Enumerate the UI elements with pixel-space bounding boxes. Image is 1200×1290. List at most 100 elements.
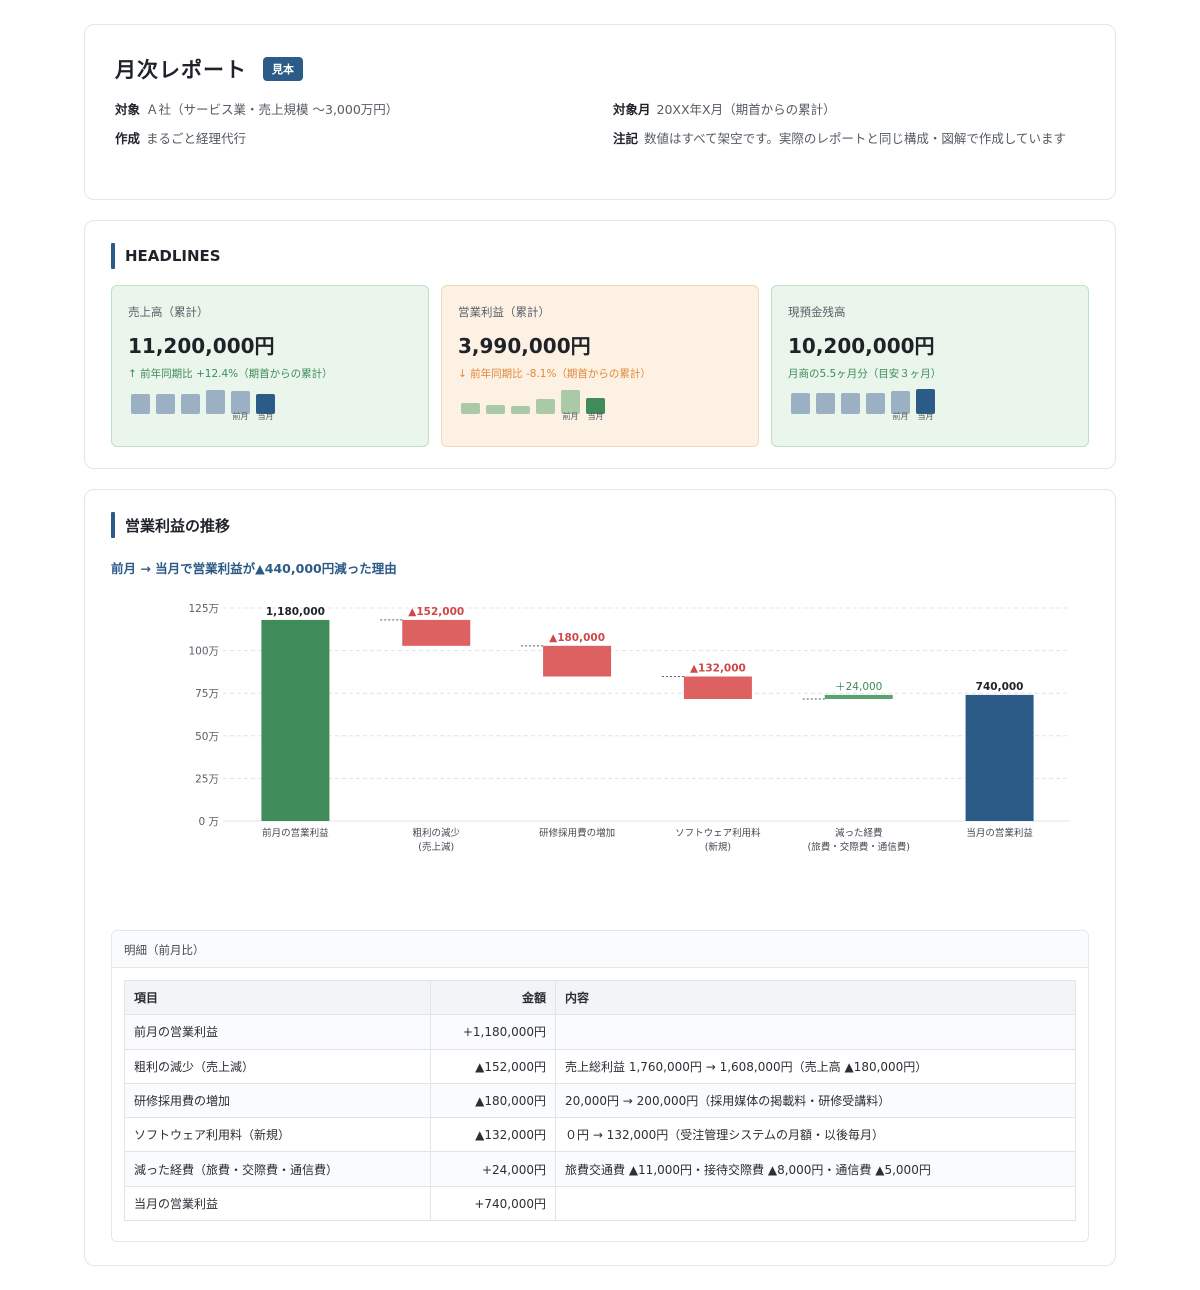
cell-detail: 20,000円 → 200,000円（採用媒体の掲載料・研修受講料）	[555, 1082, 1076, 1119]
cell-item: 粗利の減少（売上減）	[124, 1048, 431, 1084]
kpi-change: ↑ 前年同期比 +12.4%（期首からの累計）	[128, 368, 333, 380]
cell-item: 減った経費（旅費・交際費・通信費）	[124, 1151, 431, 1187]
kpi-mini-chart	[461, 382, 621, 414]
mini-label-prev: 前月	[892, 412, 909, 421]
cell-amount: +24,000円	[430, 1151, 556, 1187]
report-header-card: 月次レポート 見本 対象 Ａ社（サービス業・売上規模 〜3,000万円） 作成 まる…	[84, 24, 1116, 200]
column-header-item: 項目	[124, 979, 431, 1016]
mini-label-prev: 前月	[562, 412, 579, 421]
waterfall-chart: 0 万 25万 50万 75万 100万 125万 1,180,000 前月の営業利益 ▲152…	[188, 603, 1070, 853]
cell-amount: +1,180,000円	[430, 1014, 556, 1050]
waterfall-bar	[543, 645, 612, 677]
kpi-card-sales: 売上高（累計） 11,200,000円 ↑ 前年同期比 +12.4%（期首からの…	[111, 285, 429, 447]
column-header-amount: 金額	[430, 979, 556, 1016]
meta-note: 注記 数値はすべて架空です。実際のレポートと同じ構成・図解で作成しています	[613, 128, 1089, 150]
detail-panel: 明細（前月比） 項目 金額 内容 前月の営業利益 +1,180,000円 粗利の…	[111, 930, 1089, 1242]
meta-month-label: 対象月	[613, 102, 651, 117]
mini-label-prev: 前月	[232, 412, 249, 421]
cell-detail: ０円 → 132,000円（受注管理システムの月額・以後毎月）	[555, 1117, 1076, 1153]
x-tick-label: (売上減)	[418, 841, 454, 853]
waterfall-caption: 前月 → 当月で営業利益が▲440,000円減った理由	[111, 561, 397, 576]
headlines-heading: HEADLINES	[111, 243, 221, 269]
cell-amount: ▲132,000円	[430, 1117, 556, 1153]
x-tick-label: (旅費・交際費・通信費)	[808, 841, 910, 853]
kpi-value: 11,200,000円	[128, 334, 275, 358]
meta-target-label: 対象	[115, 102, 141, 117]
mini-bar	[841, 393, 860, 414]
kpi-card-operating-profit: 営業利益（累計） 3,990,000円 ↓ 前年同期比 -8.1%（期首からの累…	[441, 285, 759, 447]
x-tick-label: 当月の営業利益	[966, 827, 1033, 839]
table-row: 前月の営業利益 +1,180,000円	[124, 1014, 1076, 1050]
mini-bar	[181, 394, 200, 414]
mini-bar	[791, 393, 810, 414]
cell-detail	[555, 1014, 1076, 1050]
cell-detail: 売上総利益 1,760,000円 → 1,608,000円（売上高 ▲180,0…	[555, 1048, 1076, 1084]
kpi-card-cash: 現預金残高 10,200,000円 月商の5.5ヶ月分（目安３ヶ月） 前月 当月	[771, 285, 1089, 447]
column-header-detail: 内容	[555, 979, 1076, 1016]
operating-heading: 営業利益の推移	[111, 512, 230, 538]
section-accent-bar	[111, 243, 115, 269]
kpi-value: 10,200,000円	[788, 334, 935, 358]
cell-item: 当月の営業利益	[124, 1185, 431, 1222]
mini-label-curr: 当月	[917, 412, 934, 421]
x-tick-label: 研修採用費の増加	[539, 827, 615, 839]
operating-profit-card: 営業利益の推移 前月 → 当月で営業利益が▲440,000円減った理由 0 万 2…	[84, 489, 1116, 1266]
meta-target-value: Ａ社（サービス業・売上規模 〜3,000万円）	[146, 102, 399, 117]
kpi-change: ↓ 前年同期比 -8.1%（期首からの累計）	[458, 368, 651, 380]
table-row: 粗利の減少（売上減） ▲152,000円 売上総利益 1,760,000円 → …	[124, 1048, 1076, 1084]
operating-title: 営業利益の推移	[125, 516, 231, 535]
cell-detail	[555, 1185, 1076, 1222]
x-tick-label: ソフトウェア利用料	[675, 827, 761, 839]
meta-month-value: 20XX年X月（期首からの累計）	[656, 102, 836, 117]
cell-amount: +740,000円	[430, 1185, 556, 1222]
mini-bar	[486, 405, 505, 414]
waterfall-bar	[824, 694, 893, 699]
y-tick-label: 125万	[188, 603, 219, 615]
kpi-mini-chart	[131, 382, 291, 414]
meta-month: 対象月 20XX年X月（期首からの累計）	[613, 99, 836, 121]
meta-author: 作成 まるごと経理代行	[115, 128, 246, 150]
headlines-title: HEADLINES	[125, 247, 221, 265]
mini-bar	[131, 394, 150, 414]
detail-table: 項目 金額 内容 前月の営業利益 +1,180,000円 粗利の減少（売上減） …	[124, 979, 1076, 1222]
table-row: ソフトウェア利用料（新規） ▲132,000円 ０円 → 132,000円（受注…	[124, 1117, 1076, 1153]
cell-item: 研修採用費の増加	[124, 1082, 431, 1119]
cell-amount: ▲152,000円	[430, 1048, 556, 1084]
data-label: ＋24,000	[835, 681, 882, 693]
table-row: 減った経費（旅費・交際費・通信費） +24,000円 旅費交通費 ▲11,000…	[124, 1151, 1076, 1187]
mini-bar	[816, 393, 835, 414]
cell-item: 前月の営業利益	[124, 1014, 431, 1050]
mini-label-curr: 当月	[587, 412, 604, 421]
kpi-mini-chart	[791, 382, 951, 414]
waterfall-bar	[965, 694, 1034, 821]
y-tick-label: 100万	[188, 646, 219, 658]
y-tick-label: 25万	[195, 773, 219, 785]
cell-amount: ▲180,000円	[430, 1082, 556, 1119]
title-row: 月次レポート 見本	[115, 54, 303, 84]
mini-label-curr: 当月	[257, 412, 274, 421]
mini-bar	[866, 393, 885, 414]
table-row: 当月の営業利益 +740,000円	[124, 1185, 1076, 1222]
waterfall-bar	[261, 619, 330, 821]
data-label: 1,180,000	[266, 606, 325, 618]
mini-bar	[511, 406, 530, 414]
detail-title: 明細（前月比）	[112, 931, 1088, 968]
kpi-note: 月商の5.5ヶ月分（目安３ヶ月）	[788, 368, 942, 380]
kpi-value: 3,990,000円	[458, 334, 591, 358]
meta-note-value: 数値はすべて架空です。実際のレポートと同じ構成・図解で作成しています	[644, 131, 1067, 146]
table-row: 研修採用費の増加 ▲180,000円 20,000円 → 200,000円（採用…	[124, 1082, 1076, 1119]
y-tick-label: 0 万	[198, 816, 219, 828]
kpi-label: 売上高（累計）	[128, 305, 209, 319]
data-label: ▲180,000	[549, 632, 605, 644]
meta-author-value: まるごと経理代行	[146, 131, 247, 146]
sample-badge: 見本	[263, 57, 303, 81]
table-header-row: 項目 金額 内容	[124, 979, 1076, 1016]
data-label: ▲152,000	[408, 606, 464, 618]
headlines-card: HEADLINES 売上高（累計） 11,200,000円 ↑ 前年同期比 +1…	[84, 220, 1116, 469]
x-tick-label: 粗利の減少	[412, 827, 460, 839]
mini-bar	[206, 390, 225, 414]
section-accent-bar	[111, 512, 115, 538]
x-tick-label: (新規)	[705, 841, 731, 853]
mini-bar	[156, 394, 175, 414]
meta-author-label: 作成	[115, 131, 141, 146]
